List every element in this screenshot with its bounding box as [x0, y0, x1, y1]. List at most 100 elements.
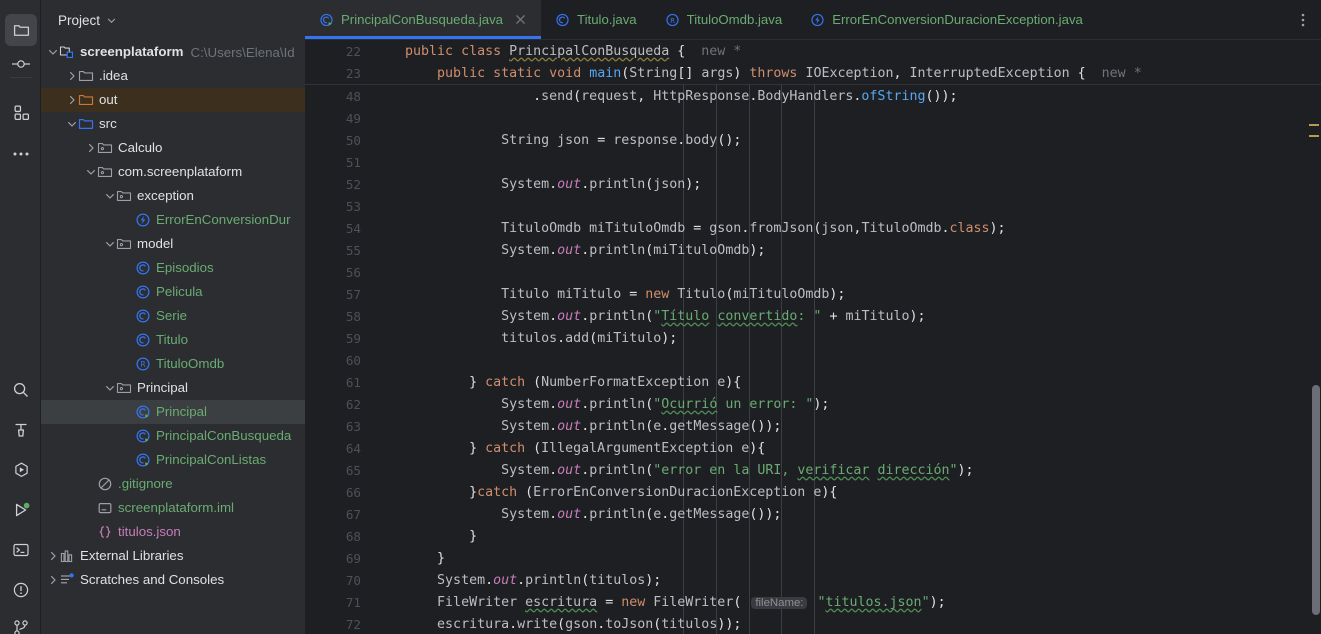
tree-item-pelicula[interactable]: Pelicula: [41, 280, 305, 304]
chevron-down-icon[interactable]: [107, 16, 116, 25]
line-number[interactable]: 62: [305, 397, 373, 412]
build-tool-window-button[interactable]: [5, 414, 37, 446]
tree-item-src[interactable]: src: [41, 112, 305, 136]
tree-item-errorenconversionduracionexception[interactable]: ErrorEnConversionDur: [41, 208, 305, 232]
tree-expander[interactable]: [104, 184, 116, 208]
line-number[interactable]: 66: [305, 485, 373, 500]
chevron-down-icon[interactable]: [86, 167, 96, 177]
code-line[interactable]: 49: [305, 107, 1321, 129]
line-number[interactable]: 60: [305, 353, 373, 368]
line-number[interactable]: 68: [305, 529, 373, 544]
line-number[interactable]: 67: [305, 507, 373, 522]
chevron-right-icon[interactable]: [67, 71, 77, 81]
tree-item-screenplataform[interactable]: screenplataform C:\Users\Elena\Id: [41, 40, 305, 64]
line-number[interactable]: 59: [305, 331, 373, 346]
code-line[interactable]: 57 Titulo miTitulo = new Titulo(miTitulo…: [305, 283, 1321, 305]
line-number[interactable]: 53: [305, 199, 373, 214]
tree-item-idea[interactable]: .idea: [41, 64, 305, 88]
tree-expander[interactable]: [66, 88, 78, 112]
tree-item-episodios[interactable]: Episodios: [41, 256, 305, 280]
tree-item-gitignore[interactable]: .gitignore: [41, 472, 305, 496]
line-number[interactable]: 51: [305, 155, 373, 170]
tree-item-serie[interactable]: Serie: [41, 304, 305, 328]
chevron-right-icon[interactable]: [48, 551, 58, 561]
search-everywhere-button[interactable]: [5, 374, 37, 406]
tree-expander[interactable]: [66, 112, 78, 136]
code-line[interactable]: 60: [305, 349, 1321, 371]
tree-item-principal-package[interactable]: Principal: [41, 376, 305, 400]
run-with-coverage-button[interactable]: [5, 454, 37, 486]
problems-tool-window-button[interactable]: [5, 574, 37, 606]
tree-item-principalconbusqueda[interactable]: PrincipalConBusqueda: [41, 424, 305, 448]
chevron-right-icon[interactable]: [67, 95, 77, 105]
code-line[interactable]: 70 System.out.println(titulos);: [305, 569, 1321, 591]
tree-expander[interactable]: [47, 568, 59, 592]
chevron-right-icon[interactable]: [86, 143, 96, 153]
project-header[interactable]: Project: [41, 0, 305, 40]
tab-principalconbusqueda[interactable]: PrincipalConBusqueda.java: [305, 0, 542, 39]
chevron-down-icon[interactable]: [48, 47, 58, 57]
tree-expander[interactable]: [104, 376, 116, 400]
more-tool-windows-button[interactable]: [5, 138, 37, 170]
tree-expander[interactable]: [66, 64, 78, 88]
line-number[interactable]: 71: [305, 595, 373, 610]
tab-tituloomdb[interactable]: R TituloOmdb.java: [651, 0, 797, 39]
code-line[interactable]: 55 System.out.println(miTituloOmdb);: [305, 239, 1321, 261]
code-line[interactable]: 65 System.out.println("error en la URI, …: [305, 459, 1321, 481]
editor-tab-options-button[interactable]: [1293, 0, 1313, 40]
project-tree[interactable]: screenplataform C:\Users\Elena\Id .idea out…: [41, 40, 305, 634]
code-line[interactable]: 48 .send(request, HttpResponse.BodyHandl…: [305, 85, 1321, 107]
code-line[interactable]: 64 } catch (IllegalArgumentException e){: [305, 437, 1321, 459]
tree-item-calculo[interactable]: Calculo: [41, 136, 305, 160]
tree-item-exception[interactable]: exception: [41, 184, 305, 208]
tree-item-scratches-and-consoles[interactable]: Scratches and Consoles: [41, 568, 305, 592]
line-number[interactable]: 52: [305, 177, 373, 192]
line-number[interactable]: 48: [305, 89, 373, 104]
line-number[interactable]: 54: [305, 221, 373, 236]
line-number[interactable]: 56: [305, 265, 373, 280]
line-number[interactable]: 61: [305, 375, 373, 390]
code-line[interactable]: 67 System.out.println(e.getMessage());: [305, 503, 1321, 525]
tree-item-com-screenplataform[interactable]: com.screenplataform: [41, 160, 305, 184]
line-number[interactable]: 69: [305, 551, 373, 566]
structure-tool-window-button[interactable]: [5, 96, 37, 128]
commit-tool-window-button[interactable]: [5, 48, 37, 80]
warning-marker[interactable]: [1309, 135, 1319, 137]
line-number[interactable]: 64: [305, 441, 373, 456]
tree-item-external-libraries[interactable]: External Libraries: [41, 544, 305, 568]
code-line[interactable]: 71 FileWriter escritura = new FileWriter…: [305, 591, 1321, 613]
line-number[interactable]: 65: [305, 463, 373, 478]
line-number[interactable]: 55: [305, 243, 373, 258]
code-line[interactable]: 52 System.out.println(json);: [305, 173, 1321, 195]
line-number[interactable]: 57: [305, 287, 373, 302]
code-line[interactable]: 59 titulos.add(miTitulo);: [305, 327, 1321, 349]
code-line[interactable]: 56: [305, 261, 1321, 283]
code-line[interactable]: 68 }: [305, 525, 1321, 547]
tree-item-principalconlistas[interactable]: PrincipalConListas: [41, 448, 305, 472]
tree-expander[interactable]: [104, 232, 116, 256]
tree-item-model[interactable]: model: [41, 232, 305, 256]
code-line[interactable]: 54 TituloOmdb miTituloOmdb = gson.fromJs…: [305, 217, 1321, 239]
tree-item-titulos-json[interactable]: titulos.json: [41, 520, 305, 544]
code-line[interactable]: 62 System.out.println("Ocurrió un error:…: [305, 393, 1321, 415]
version-control-button[interactable]: [5, 612, 37, 634]
editor-markers-gutter[interactable]: [1307, 85, 1321, 634]
line-number[interactable]: 72: [305, 617, 373, 632]
line-number[interactable]: 63: [305, 419, 373, 434]
tree-item-screenplataform-iml[interactable]: screenplataform.iml: [41, 496, 305, 520]
tree-expander[interactable]: [47, 544, 59, 568]
tree-item-out[interactable]: out: [41, 88, 305, 112]
tree-item-tituloomdb[interactable]: R TituloOmdb: [41, 352, 305, 376]
code-viewport[interactable]: 48 .send(request, HttpResponse.BodyHandl…: [305, 85, 1321, 634]
tree-expander[interactable]: [85, 136, 97, 160]
tab-errorenconversionduracionexception[interactable]: ErrorEnConversionDuracionException.java: [796, 0, 1097, 39]
chevron-down-icon[interactable]: [105, 239, 115, 249]
warning-marker[interactable]: [1309, 124, 1319, 126]
terminal-tool-window-button[interactable]: [5, 534, 37, 566]
tree-expander[interactable]: [47, 40, 59, 64]
run-button[interactable]: [5, 494, 37, 526]
close-icon[interactable]: [514, 13, 527, 26]
code-line[interactable]: 66 }catch (ErrorEnConversionDuracionExce…: [305, 481, 1321, 503]
code-line[interactable]: 58 System.out.println("Título convertido…: [305, 305, 1321, 327]
line-number[interactable]: 50: [305, 133, 373, 148]
